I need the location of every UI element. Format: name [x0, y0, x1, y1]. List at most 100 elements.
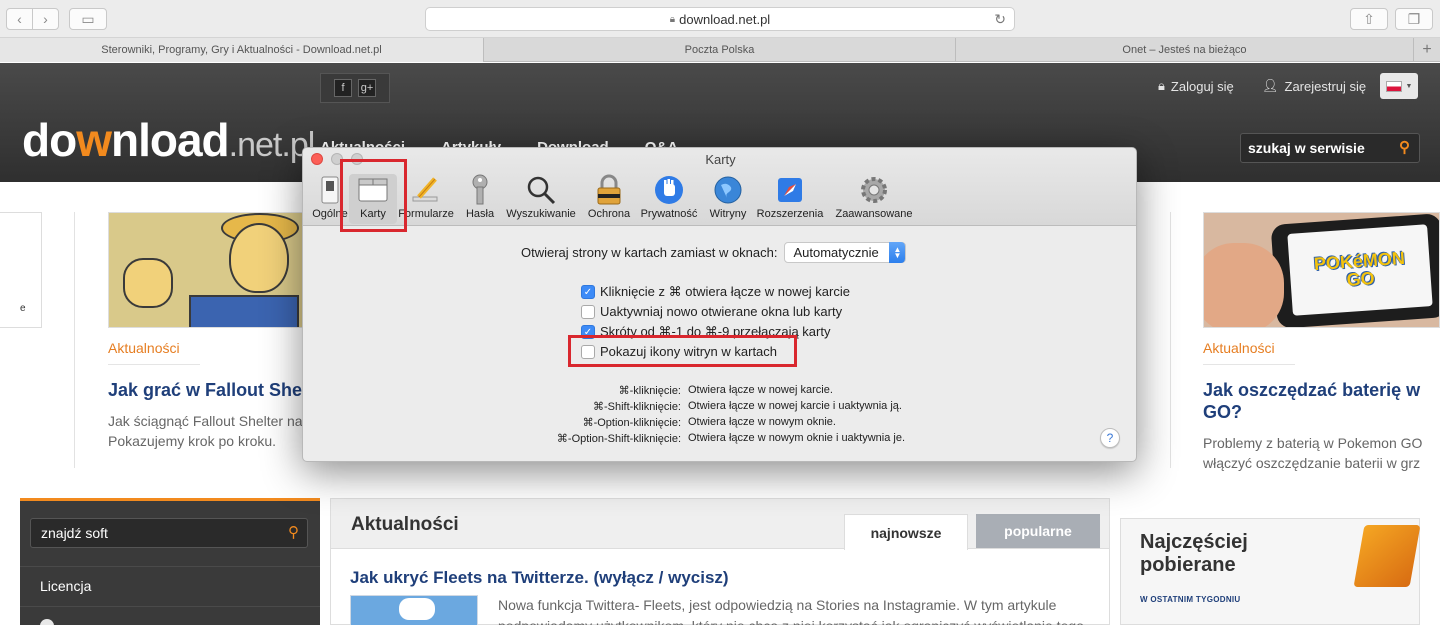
- gear-icon: [858, 174, 890, 206]
- divider: [20, 606, 320, 607]
- tab-wyszukiwanie-label: Wyszukiwanie: [506, 208, 576, 220]
- article-desc: Problemy z baterią w Pokemon GO włączyć …: [1203, 433, 1440, 473]
- show-tabs-button[interactable]: ❐: [1395, 8, 1433, 30]
- shortcut-desc: Otwiera łącze w nowym oknie.: [688, 416, 836, 428]
- sidebar-button[interactable]: ▭: [69, 8, 107, 30]
- tab-zaawansowane-label: Zaawansowane: [835, 208, 913, 220]
- phone-screen: POKéMON GO: [1287, 224, 1433, 316]
- sidebar-icon: ▭: [81, 10, 95, 27]
- article-thumbnail[interactable]: POKéMON GO: [1203, 212, 1440, 328]
- site-logo[interactable]: download.net.pl: [22, 113, 315, 167]
- new-tab-button[interactable]: +: [1414, 38, 1440, 62]
- reload-icon[interactable]: ↻: [994, 11, 1006, 28]
- article-category[interactable]: Aktualności: [1203, 340, 1295, 365]
- magnifier-icon: [525, 174, 557, 206]
- help-button[interactable]: ?: [1100, 428, 1120, 448]
- highlight-box-option: [568, 335, 797, 367]
- open-pages-label: Otwieraj strony w kartach zamiast w okna…: [521, 245, 778, 260]
- share-button[interactable]: ⇧: [1350, 8, 1388, 30]
- article-category[interactable]: Aktualności: [108, 340, 200, 365]
- shortcut-key: ⌘-Shift-kliknięcie:: [592, 401, 681, 413]
- article-card-pokemon[interactable]: POKéMON GO Aktualności Jak oszczędzać bat…: [1203, 212, 1440, 473]
- login-link[interactable]: 🔒︎ Zaloguj się: [1158, 78, 1234, 94]
- tab-witryny-label: Witryny: [709, 208, 747, 220]
- option-activate-new-label: Uaktywniaj nowo otwierane okna lub karty: [600, 304, 843, 319]
- shortcut-desc: Otwiera łącze w nowej karcie.: [688, 384, 833, 396]
- sidebar-item-licencja[interactable]: Licencja: [40, 578, 91, 594]
- news-header: Aktualności najnowsze popularne: [331, 499, 1109, 550]
- soft-search-input[interactable]: znajdź soft ⚲: [30, 518, 308, 548]
- checkbox-checked-icon[interactable]: ✓: [581, 285, 595, 299]
- pencil-icon: [410, 174, 442, 206]
- tab-wyszukiwanie[interactable]: Wyszukiwanie: [503, 174, 579, 224]
- tab-hasla[interactable]: Hasła: [461, 174, 499, 224]
- tab-zaawansowane[interactable]: Zaawansowane: [831, 174, 917, 224]
- vault-boy-face: [229, 223, 289, 293]
- tab-prywatnosc[interactable]: Prywatność: [637, 174, 701, 224]
- hand-image: [1204, 243, 1284, 327]
- tab-najnowsze[interactable]: najnowsze: [844, 514, 968, 550]
- hand-icon: [653, 174, 685, 206]
- browser-tab-poczta[interactable]: Poczta Polska: [484, 38, 956, 62]
- article-thumbnail[interactable]: [108, 212, 304, 328]
- article-desc-line-1: Jak ściągnąć Fallout Shelter na: [108, 413, 303, 429]
- article-card-fallout[interactable]: Aktualności Jak grać w Fallout Shelter J…: [108, 212, 304, 451]
- shortcut-key: ⌘-Option-Shift-kliknięcie:: [556, 433, 681, 445]
- tab-rozszerzenia[interactable]: Rozszerzenia: [755, 174, 825, 224]
- language-selector[interactable]: ▼: [1380, 73, 1418, 99]
- plus-icon: +: [1422, 41, 1432, 58]
- option-cmd-click[interactable]: ✓ Kliknięcie z ⌘ otwiera łącze w nowej k…: [581, 284, 850, 300]
- browser-tab-onet[interactable]: Onet – Jesteś na bieżąco: [956, 38, 1414, 62]
- vault-boy-body: [189, 295, 299, 327]
- tab-witryny[interactable]: Witryny: [705, 174, 751, 224]
- globe-icon: [712, 174, 744, 206]
- dialog-body: Otwieraj strony w kartach zamiast w okna…: [303, 227, 1136, 461]
- login-label: Zaloguj się: [1170, 78, 1234, 94]
- checkbox-unchecked-icon[interactable]: [581, 304, 595, 319]
- article-title-line-1: Jak oszczędzać baterię w: [1203, 380, 1421, 400]
- partial-card-text: e: [20, 303, 26, 314]
- tab-ochrona[interactable]: Ochrona: [584, 174, 634, 224]
- option-activate-new[interactable]: Uaktywniaj nowo otwierane okna lub karty: [581, 304, 842, 319]
- google-plus-icon[interactable]: g+: [358, 79, 376, 97]
- search-icon[interactable]: ⚲: [288, 523, 299, 541]
- tab-popularne[interactable]: popularne: [976, 514, 1100, 548]
- facebook-icon[interactable]: f: [334, 79, 352, 97]
- forward-button[interactable]: ›: [32, 8, 59, 30]
- go-logo-text: GO: [1345, 268, 1376, 290]
- shortcut-key: ⌘-Option-kliknięcie:: [582, 417, 681, 429]
- open-pages-select[interactable]: Automatycznie ▲ ▼: [784, 242, 907, 263]
- browser-tab-download[interactable]: Sterowniki, Programy, Gry i Aktualności …: [0, 38, 484, 62]
- news-article-text: Nowa funkcja Twittera- Fleets, jest odpo…: [498, 597, 1084, 625]
- news-article-title[interactable]: Jak ukryć Fleets na Twitterze. (wyłącz /…: [350, 568, 729, 588]
- address-bar[interactable]: 🔒︎ download.net.pl ↻: [425, 7, 1015, 31]
- article-title[interactable]: Jak grać w Fallout Shelter: [108, 379, 304, 401]
- dialog-titlebar: Karty Ogólne Karty Formularze Hasła Wysz…: [303, 148, 1136, 232]
- shortcut-desc: Otwiera łącze w nowej karcie i uaktywnia…: [688, 400, 902, 412]
- article-desc-line-2: Pokazujemy krok po kroku.: [108, 433, 277, 449]
- most-downloaded-title: Najczęściej pobierane: [1140, 531, 1248, 577]
- article-title[interactable]: Jak oszczędzać baterię w GO?: [1203, 379, 1440, 423]
- preferences-dialog: Karty Ogólne Karty Formularze Hasła Wysz…: [302, 147, 1137, 462]
- padlock-icon: [593, 174, 625, 206]
- shortcut-key: ⌘-kliknięcie:: [618, 385, 681, 397]
- search-icon[interactable]: ⚲: [1399, 138, 1410, 156]
- news-article-thumbnail[interactable]: [350, 595, 478, 625]
- chevron-right-icon: ›: [43, 11, 48, 27]
- shortcut-desc: Otwiera łącze w nowym oknie i uaktywnia …: [688, 432, 906, 444]
- most-downloaded-title-line-1: Najczęściej: [1140, 531, 1248, 553]
- thumbs-up-icon: [123, 258, 173, 308]
- padlock-small-icon: 🔒︎: [1158, 78, 1165, 93]
- user-icon: 👤︎: [1262, 78, 1279, 93]
- software-sidebar: znajdź soft ⚲ Licencja: [20, 498, 320, 625]
- key-icon: [464, 174, 496, 206]
- register-link[interactable]: 👤︎ Zarejestruj się: [1262, 78, 1366, 94]
- divider: [74, 212, 75, 468]
- article-title-line-2: GO?: [1203, 402, 1242, 422]
- site-search-placeholder: szukaj w serwisie: [1248, 140, 1365, 156]
- speech-bubble-icon: [399, 598, 435, 620]
- site-search-input[interactable]: szukaj w serwisie ⚲: [1240, 133, 1420, 163]
- back-button[interactable]: ‹: [6, 8, 33, 30]
- caret-down-icon: ▼: [1405, 82, 1413, 90]
- radio-button[interactable]: [40, 619, 54, 625]
